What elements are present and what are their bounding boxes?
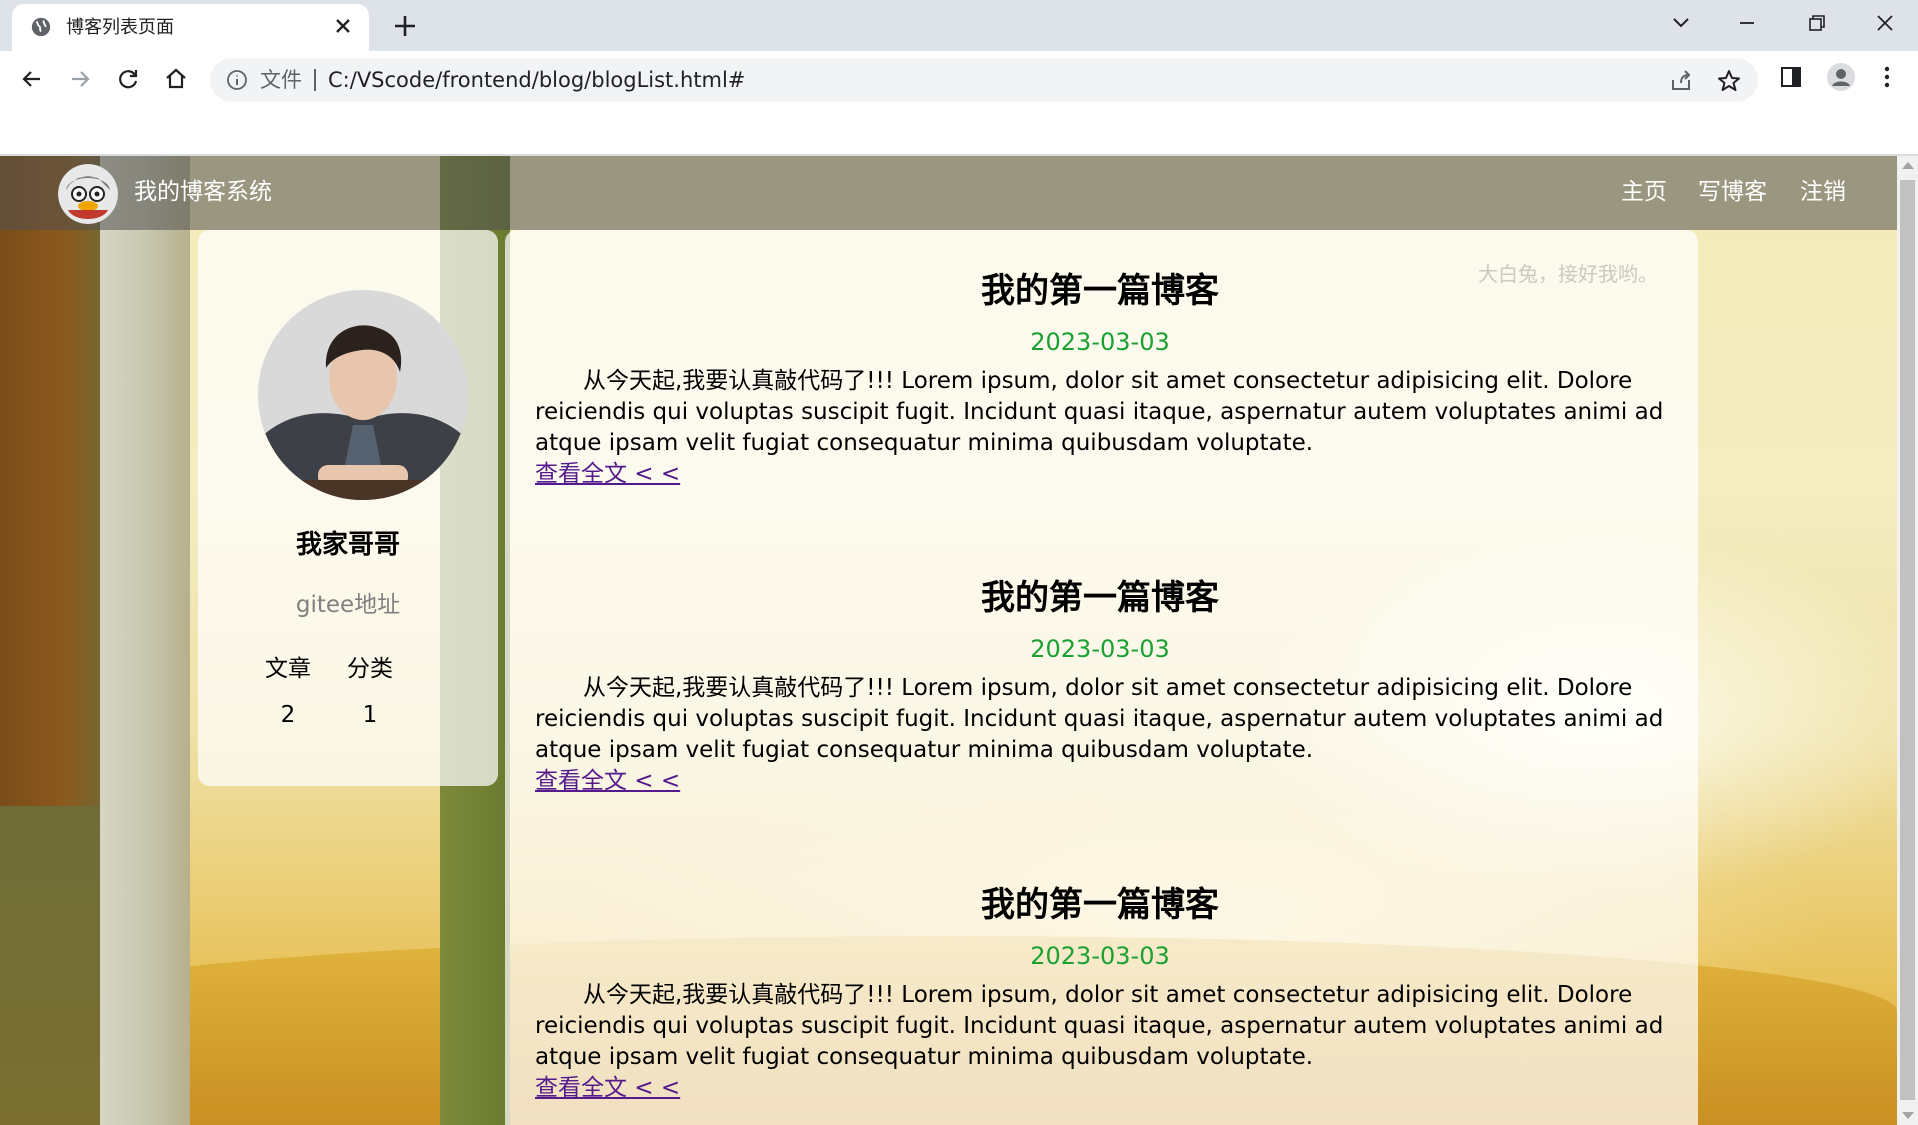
blog-item: 我的第一篇博客 2023-03-03 从今天起,我要认真敲代码了!!! Lore… <box>535 882 1665 1104</box>
stat-label-articles: 文章 <box>265 656 311 682</box>
scroll-up-arrow-icon[interactable] <box>1902 162 1914 169</box>
browser-toolbar: 文件 C:/VScode/frontend/blog/blogList.html… <box>0 51 1918 156</box>
nav-link-logout[interactable]: 注销 <box>1800 176 1846 208</box>
page-viewport: 我的博客系统 主页 写博客 注销 我家哥哥 gitee地址 文章 分类 2 1 … <box>0 156 1897 1125</box>
back-arrow-icon[interactable] <box>18 65 46 93</box>
address-separator <box>314 69 316 91</box>
profile-card: 我家哥哥 gitee地址 文章 分类 2 1 <box>198 230 498 786</box>
share-icon[interactable] <box>1668 68 1694 94</box>
user-name: 我家哥哥 <box>295 530 400 560</box>
window-close-icon[interactable] <box>1870 8 1900 38</box>
stat-value-categories: 1 <box>362 702 378 728</box>
blog-title: 我的第一篇博客 <box>981 885 1219 925</box>
browser-tab[interactable]: 博客列表页面 <box>12 4 369 51</box>
forward-arrow-icon[interactable] <box>66 65 94 93</box>
read-more-link[interactable]: 查看全文 < < <box>535 1073 1665 1104</box>
blog-title: 我的第一篇博客 <box>981 271 1219 311</box>
read-more-link[interactable]: 查看全文 < < <box>535 766 1665 797</box>
globe-icon <box>31 17 51 37</box>
stat-label-categories: 分类 <box>347 656 393 682</box>
address-bar[interactable]: 文件 C:/VScode/frontend/blog/blogList.html… <box>210 58 1758 102</box>
blog-list-card: 大白兔，接好我哟。 我的第一篇博客 2023-03-03 从今天起,我要认真敲代… <box>505 230 1698 1125</box>
info-icon[interactable] <box>226 69 248 91</box>
minimize-icon[interactable] <box>1732 8 1762 38</box>
kebab-menu-icon[interactable] <box>1872 62 1902 92</box>
avatar <box>258 290 468 500</box>
nav-link-write-blog[interactable]: 写博客 <box>1698 176 1767 208</box>
background-tree-trunk-light <box>100 156 190 1125</box>
gitee-link[interactable]: gitee地址 <box>198 590 498 620</box>
close-icon[interactable] <box>331 14 355 38</box>
profile-icon[interactable] <box>1826 62 1856 92</box>
chevron-down-icon[interactable] <box>1666 8 1696 38</box>
scroll-down-arrow-icon[interactable] <box>1902 1112 1914 1119</box>
blog-date: 2023-03-03 <box>1030 942 1170 970</box>
site-navbar: 我的博客系统 主页 写博客 注销 <box>0 156 1897 230</box>
address-url[interactable]: C:/VScode/frontend/blog/blogList.html# <box>328 67 745 93</box>
blog-title: 我的第一篇博客 <box>981 578 1219 618</box>
site-logo <box>58 164 118 224</box>
tab-title: 博客列表页面 <box>66 17 174 38</box>
blog-description: 从今天起,我要认真敲代码了!!! Lorem ipsum, dolor sit … <box>535 982 1664 1070</box>
browser-tabstrip: 博客列表页面 <box>0 0 1918 51</box>
reload-icon[interactable] <box>114 65 142 93</box>
home-icon[interactable] <box>162 65 190 93</box>
restore-icon[interactable] <box>1802 8 1832 38</box>
side-panel-icon[interactable] <box>1776 62 1806 92</box>
blog-description: 从今天起,我要认真敲代码了!!! Lorem ipsum, dolor sit … <box>535 675 1664 763</box>
page-scrollbar[interactable] <box>1897 156 1918 1125</box>
scrollbar-thumb[interactable] <box>1900 180 1915 1100</box>
nav-link-home[interactable]: 主页 <box>1621 176 1667 208</box>
blog-description: 从今天起,我要认真敲代码了!!! Lorem ipsum, dolor sit … <box>535 368 1664 456</box>
site-title: 我的博客系统 <box>134 179 272 205</box>
plus-icon[interactable] <box>390 11 420 41</box>
blog-date: 2023-03-03 <box>1030 635 1170 663</box>
blog-item: 我的第一篇博客 2023-03-03 从今天起,我要认真敲代码了!!! Lore… <box>535 268 1665 490</box>
star-icon[interactable] <box>1716 68 1742 94</box>
read-more-link[interactable]: 查看全文 < < <box>535 459 1665 490</box>
blog-date: 2023-03-03 <box>1030 328 1170 356</box>
address-scheme-label: 文件 <box>260 68 302 92</box>
stat-value-articles: 2 <box>280 702 296 728</box>
blog-item: 我的第一篇博客 2023-03-03 从今天起,我要认真敲代码了!!! Lore… <box>535 575 1665 797</box>
